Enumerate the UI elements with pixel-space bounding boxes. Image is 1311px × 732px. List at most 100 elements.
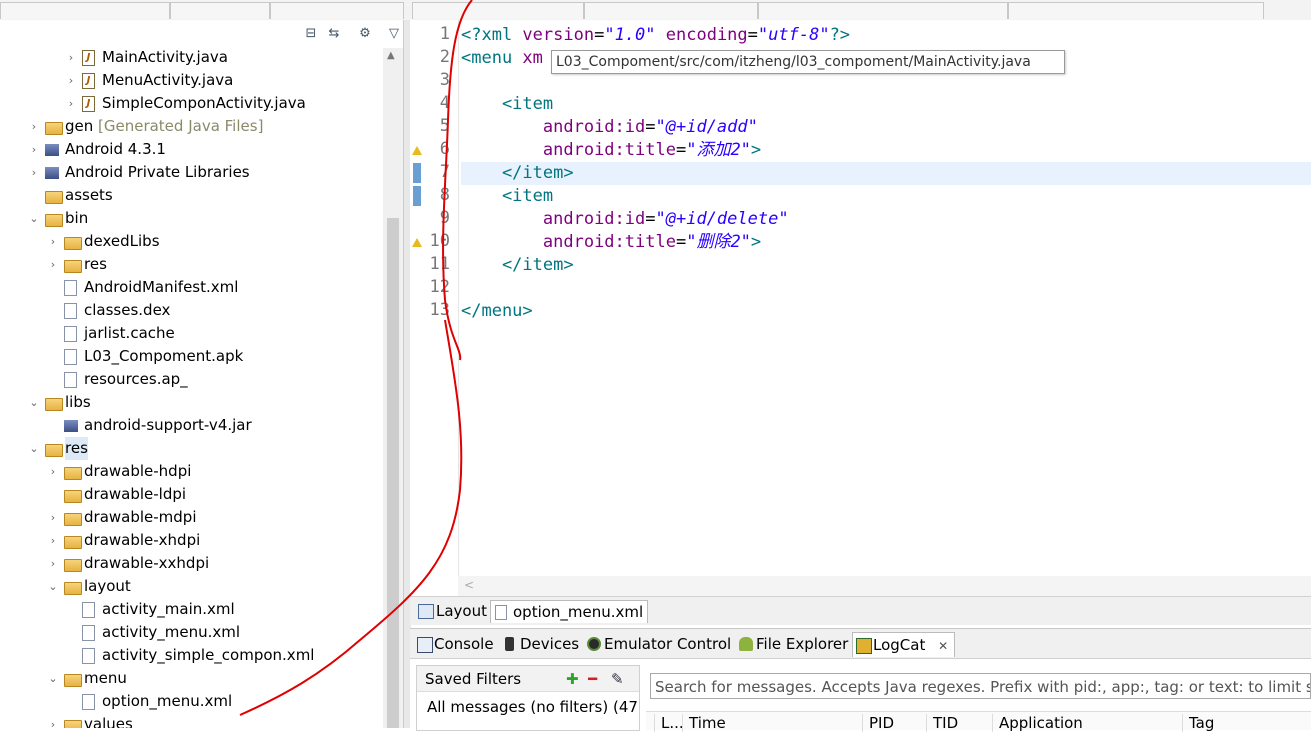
filter-all-messages[interactable]: All messages (no filters) (47 [427, 698, 638, 716]
explorer-scrollbar[interactable]: ▲ [383, 48, 403, 728]
tree-item[interactable]: activity_simple_compon.xml [0, 644, 383, 667]
collapsed-chevron-icon[interactable]: › [47, 713, 59, 728]
warning-icon[interactable] [412, 146, 422, 155]
code-line[interactable]: android:title="删除2"> [461, 231, 761, 254]
logcat-column-header[interactable]: PID [862, 714, 894, 732]
close-icon[interactable]: ✕ [938, 639, 948, 653]
editor-hscrollbar[interactable]: < [458, 576, 1311, 596]
tab-layout[interactable]: Layout [414, 600, 491, 622]
collapsed-chevron-icon[interactable]: › [65, 69, 77, 92]
collapsed-chevron-icon[interactable]: › [47, 460, 59, 483]
logcat-column-header[interactable]: Tag [1182, 714, 1214, 732]
expanded-chevron-icon[interactable]: ⌄ [28, 207, 40, 230]
tree-item[interactable]: ⌄ res [0, 437, 383, 460]
warning-icon[interactable] [412, 238, 422, 247]
code-line[interactable]: </item> [461, 254, 574, 277]
top-tab-fragment[interactable] [270, 2, 404, 19]
tree-item[interactable]: › Android Private Libraries [0, 161, 383, 184]
collapsed-chevron-icon[interactable]: › [65, 46, 77, 69]
tree-item[interactable]: › J SimpleComponActivity.java [0, 92, 383, 115]
tree-item[interactable]: classes.dex [0, 299, 383, 322]
expanded-chevron-icon[interactable]: ⌄ [47, 667, 59, 690]
tree-item[interactable]: › values [0, 713, 383, 728]
tree-item[interactable]: › Android 4.3.1 [0, 138, 383, 161]
tree-item[interactable]: jarlist.cache [0, 322, 383, 345]
tree-item[interactable]: › drawable-xhdpi [0, 529, 383, 552]
code-line[interactable]: android:id="@+id/delete" [461, 208, 789, 231]
tree-item[interactable]: › drawable-xxhdpi [0, 552, 383, 575]
collapsed-chevron-icon[interactable]: › [47, 253, 59, 276]
collapsed-chevron-icon[interactable]: › [47, 529, 59, 552]
expanded-chevron-icon[interactable]: ⌄ [28, 391, 40, 414]
top-tab-fragment[interactable] [170, 2, 270, 19]
logcat-column-header[interactable]: Time [682, 714, 726, 732]
top-tab-fragment[interactable] [758, 2, 1008, 19]
top-tab-fragment[interactable] [584, 2, 758, 19]
collapsed-chevron-icon[interactable]: › [28, 138, 40, 161]
logcat-column-header[interactable]: TID [926, 714, 958, 732]
tree-item[interactable]: ⌄ bin [0, 207, 383, 230]
collapsed-chevron-icon[interactable]: › [47, 552, 59, 575]
expanded-chevron-icon[interactable]: ⌄ [47, 575, 59, 598]
code-line[interactable]: android:id="@+id/add" [461, 116, 758, 139]
tree-item[interactable]: resources.ap_ [0, 368, 383, 391]
tree-item[interactable]: ⌄ menu [0, 667, 383, 690]
expanded-chevron-icon[interactable]: ⌄ [28, 437, 40, 460]
code-line[interactable]: <?xml version="1.0" encoding="utf-8"?> [461, 24, 850, 47]
tree-item[interactable]: › J MainActivity.java [0, 46, 383, 69]
tree-item[interactable]: option_menu.xml [0, 690, 383, 713]
logcat-column-header[interactable]: Application [992, 714, 1083, 732]
tab-emulator-control[interactable]: Emulator Control [584, 632, 731, 656]
xml-editor[interactable]: 1 2 3 4 5 6 7 8 9 10 11 12 13 <?xml version="1.0" en… [410, 20, 1311, 596]
tab-devices[interactable]: Devices [500, 632, 579, 656]
code-line[interactable]: </menu> [461, 300, 533, 323]
tree-item[interactable]: android-support-v4.jar [0, 414, 383, 437]
add-filter-icon[interactable]: ✚ [566, 666, 579, 692]
top-tab-fragment[interactable] [1008, 2, 1264, 19]
collapsed-chevron-icon[interactable]: › [47, 230, 59, 253]
top-tab-fragment[interactable] [412, 2, 584, 19]
code-line[interactable]: android:title="添加2"> [461, 139, 761, 162]
tab-logcat[interactable]: LogCat ✕ [852, 632, 956, 657]
tree-item[interactable]: › drawable-mdpi [0, 506, 383, 529]
tree-item[interactable]: L03_Compoment.apk [0, 345, 383, 368]
tree-item[interactable]: AndroidManifest.xml [0, 276, 383, 299]
tree-item[interactable]: › gen [Generated Java Files] [0, 115, 383, 138]
collapsed-chevron-icon[interactable]: › [28, 115, 40, 138]
edit-filter-icon[interactable]: ✎ [611, 666, 624, 692]
collapse-all-icon[interactable]: ⊟ [303, 26, 319, 42]
tree-item[interactable]: › J MenuActivity.java [0, 69, 383, 92]
tree-item[interactable]: › res [0, 253, 383, 276]
tab-console[interactable]: Console [414, 632, 494, 656]
tab-option-menu[interactable]: option_menu.xml [490, 600, 649, 623]
tree-item[interactable]: activity_main.xml [0, 598, 383, 621]
scroll-left-icon[interactable]: < [464, 578, 474, 592]
code-line[interactable]: </item> [461, 162, 1311, 185]
code-line[interactable]: <item [461, 185, 553, 208]
tree-item[interactable]: activity_menu.xml [0, 621, 383, 644]
tree-item[interactable]: ⌄ layout [0, 575, 383, 598]
tab-file-explorer[interactable]: File Explorer [736, 632, 848, 656]
code-token: = [645, 209, 656, 229]
top-tab-fragment[interactable] [0, 2, 170, 19]
scroll-thumb[interactable] [387, 218, 399, 728]
code-line[interactable]: <item [461, 93, 553, 116]
collapsed-chevron-icon[interactable]: › [65, 92, 77, 115]
scroll-up-icon[interactable]: ▲ [387, 50, 395, 61]
collapsed-chevron-icon[interactable]: › [47, 506, 59, 529]
tree-item-label: classes.dex [84, 301, 171, 319]
tree-item[interactable]: assets [0, 184, 383, 207]
link-with-editor-icon[interactable]: ⇆ [326, 26, 342, 42]
tree-item[interactable]: › drawable-hdpi [0, 460, 383, 483]
collapsed-chevron-icon[interactable]: › [28, 161, 40, 184]
tree-item[interactable]: › dexedLibs [0, 230, 383, 253]
code-token: = [594, 25, 605, 45]
chevron-down-icon[interactable]: ▽ [386, 26, 402, 42]
tree-item[interactable]: ⌄ libs [0, 391, 383, 414]
tree-item[interactable]: drawable-ldpi [0, 483, 383, 506]
logcat-search-input[interactable]: Search for messages. Accepts Java regexe… [650, 673, 1311, 699]
remove-filter-icon[interactable]: ━ [588, 666, 597, 692]
code-token: "删除2" [686, 232, 751, 252]
view-menu-icon[interactable]: ⚙ [357, 26, 373, 42]
logcat-column-header[interactable]: L... [654, 714, 684, 732]
